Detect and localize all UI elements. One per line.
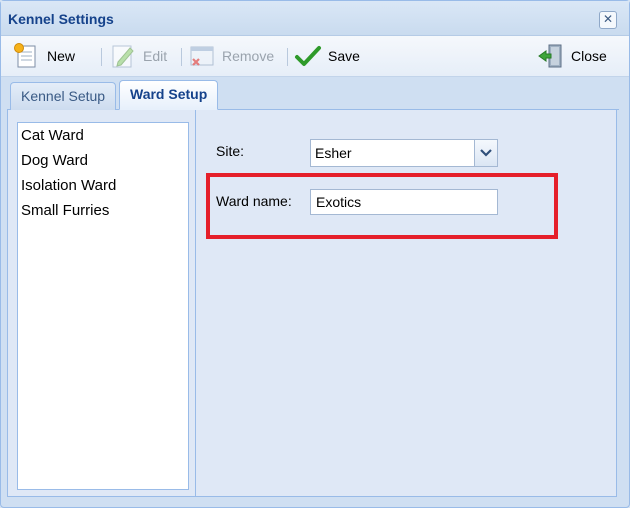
exit-door-icon [538,44,562,68]
site-combobox[interactable]: Esher [310,139,498,167]
chevron-down-icon[interactable] [474,140,497,166]
kennel-settings-window: Kennel Settings ✕ New Edit Remove Save C… [0,0,630,508]
ward-list-column: Cat Ward Dog Ward Isolation Ward Small F… [8,110,196,496]
ward-name-field[interactable] [310,189,498,215]
new-document-icon [14,43,36,68]
ward-name-label: Ward name: [216,193,292,209]
close-button[interactable]: Close [537,41,607,71]
list-item[interactable]: Dog Ward [18,148,188,173]
list-item[interactable]: Cat Ward [18,123,188,148]
tab-ward-setup[interactable]: Ward Setup [119,80,219,110]
toolbar-separator [101,48,102,66]
close-button-label: Close [571,48,607,64]
site-value: Esher [315,145,352,161]
save-button-label: Save [328,48,360,64]
save-checkmark-icon [295,46,321,66]
list-item[interactable]: Small Furries [18,198,188,223]
new-button[interactable]: New [13,41,75,71]
remove-button-label: Remove [222,48,275,64]
title-bar: Kennel Settings ✕ [1,1,629,36]
remove-button[interactable]: Remove [188,41,274,71]
tab-strip: Kennel Setup Ward Setup [7,77,619,110]
toolbar: New Edit Remove Save Close [1,36,629,77]
new-button-label: New [47,48,76,64]
toolbar-separator [181,48,182,66]
ward-list: Cat Ward Dog Ward Isolation Ward Small F… [17,122,189,490]
edit-button-label: Edit [143,48,168,64]
window-title: Kennel Settings [8,11,114,27]
close-window-icon[interactable]: ✕ [599,11,617,29]
save-button[interactable]: Save [294,41,360,71]
edit-pencil-icon [112,45,134,68]
tab-kennel-setup[interactable]: Kennel Setup [10,82,117,110]
edit-button[interactable]: Edit [109,41,167,71]
site-label: Site: [216,143,245,159]
ward-setup-panel: Cat Ward Dog Ward Isolation Ward Small F… [7,110,617,497]
remove-icon [190,46,214,66]
ward-name-input[interactable] [311,190,497,214]
list-item[interactable]: Isolation Ward [18,173,188,198]
toolbar-separator [287,48,288,66]
